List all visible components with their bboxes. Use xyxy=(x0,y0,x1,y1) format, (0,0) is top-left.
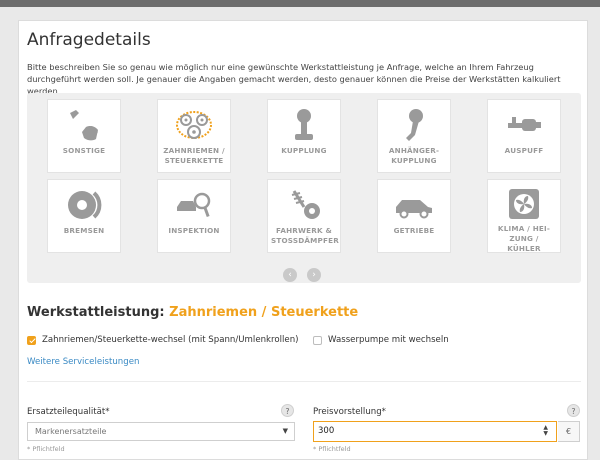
category-label: GETRIEBE xyxy=(393,226,435,235)
category-tile-klima[interactable]: KLIMA / HEI-ZUNG / KÜHLER xyxy=(487,179,561,253)
category-tile-auspuff[interactable]: AUSPUFF xyxy=(487,99,561,173)
wrench-hand-icon xyxy=(62,106,106,144)
car-gearbox-icon xyxy=(392,186,436,224)
category-tile-getriebe[interactable]: GETRIEBE xyxy=(377,179,451,253)
checkbox-checked[interactable] xyxy=(27,335,36,345)
category-tile-inspektion[interactable]: INSPEKTION xyxy=(157,179,231,253)
category-label: FAHRWERK & STOSSDÄMPFER xyxy=(271,226,339,245)
category-tile-sonstige[interactable]: SONSTIGE xyxy=(47,99,121,173)
gallery-prev-button[interactable]: ‹ xyxy=(283,268,297,282)
category-label: KLIMA / HEI-ZUNG / KÜHLER xyxy=(497,224,551,253)
parts-quality-help-icon[interactable]: ? xyxy=(281,404,294,417)
option-water-pump[interactable]: Wasserpumpe mit wechseln xyxy=(313,335,449,345)
category-label: ANHÄNGER-KUPPLUNG xyxy=(388,146,440,165)
option-timing-belt-change[interactable]: Zahnriemen/Steuerkette-wechsel (mit Span… xyxy=(27,335,299,345)
browser-top-bar xyxy=(0,0,600,7)
option-label: Zahnriemen/Steuerkette-wechsel (mit Span… xyxy=(42,335,299,345)
brake-disc-icon xyxy=(62,186,106,224)
category-label: BREMSEN xyxy=(63,226,105,235)
category-tile-kupplung[interactable]: KUPPLUNG xyxy=(267,99,341,173)
category-tile-zahnriemen[interactable]: ZAHNRIEMEN / STEUERKETTE xyxy=(157,99,231,173)
section-divider xyxy=(27,381,581,382)
required-note: * Pflichtfeld xyxy=(313,445,351,453)
checkbox-unchecked[interactable] xyxy=(313,335,322,345)
service-heading: Werkstattleistung: Zahnriemen / Steuerke… xyxy=(27,305,358,320)
category-tile-anhaenger[interactable]: ANHÄNGER-KUPPLUNG xyxy=(377,99,451,173)
option-label: Wasserpumpe mit wechseln xyxy=(328,335,449,345)
price-help-icon[interactable]: ? xyxy=(567,404,580,417)
currency-addon: € xyxy=(558,421,580,442)
timing-belt-icon xyxy=(172,106,216,144)
request-details-card: Anfragedetails Bitte beschreiben Sie so … xyxy=(18,20,588,460)
price-input[interactable]: 300 ▲ ▼ xyxy=(313,421,557,442)
category-label: SONSTIGE xyxy=(62,146,106,155)
tow-hitch-icon xyxy=(392,106,436,144)
gallery-next-button[interactable]: › xyxy=(307,268,321,282)
inspection-magnifier-icon xyxy=(172,186,216,224)
category-tile-bremsen[interactable]: BREMSEN xyxy=(47,179,121,253)
clutch-pedal-icon xyxy=(282,106,326,144)
category-label: INSPEKTION xyxy=(168,226,220,235)
category-label: ZAHNRIEMEN / STEUERKETTE xyxy=(163,146,225,165)
parts-quality-value: Markenersatzteile xyxy=(35,427,107,436)
parts-quality-select[interactable]: Markenersatzteile ▼ xyxy=(27,422,295,441)
category-label: AUSPUFF xyxy=(504,146,544,155)
service-heading-label: Werkstattleistung: xyxy=(27,305,165,320)
shock-absorber-icon xyxy=(282,186,326,224)
page-title: Anfragedetails xyxy=(27,30,151,50)
required-note: * Pflichtfeld xyxy=(27,445,65,453)
page-description: Bitte beschreiben Sie so genau wie mögli… xyxy=(27,62,561,96)
chevron-down-icon: ▼ xyxy=(282,427,288,435)
price-value: 300 xyxy=(318,426,335,436)
parts-quality-label: Ersatzteilequalität* xyxy=(27,407,110,417)
service-heading-value: Zahnriemen / Steuerkette xyxy=(169,305,359,320)
price-label: Preisvorstellung* xyxy=(313,407,386,417)
exhaust-pipe-icon xyxy=(502,106,546,144)
category-gallery: SONSTIGE ZAHNRIEMEN / STEUERKETTE KUPPLU… xyxy=(27,93,581,283)
category-label: KUPPLUNG xyxy=(281,146,327,155)
number-spinner-icon[interactable]: ▲ ▼ xyxy=(543,425,548,437)
climate-fan-icon xyxy=(502,186,546,222)
category-tile-fahrwerk[interactable]: FAHRWERK & STOSSDÄMPFER xyxy=(267,179,341,253)
more-services-link[interactable]: Weitere Serviceleistungen xyxy=(27,357,139,367)
